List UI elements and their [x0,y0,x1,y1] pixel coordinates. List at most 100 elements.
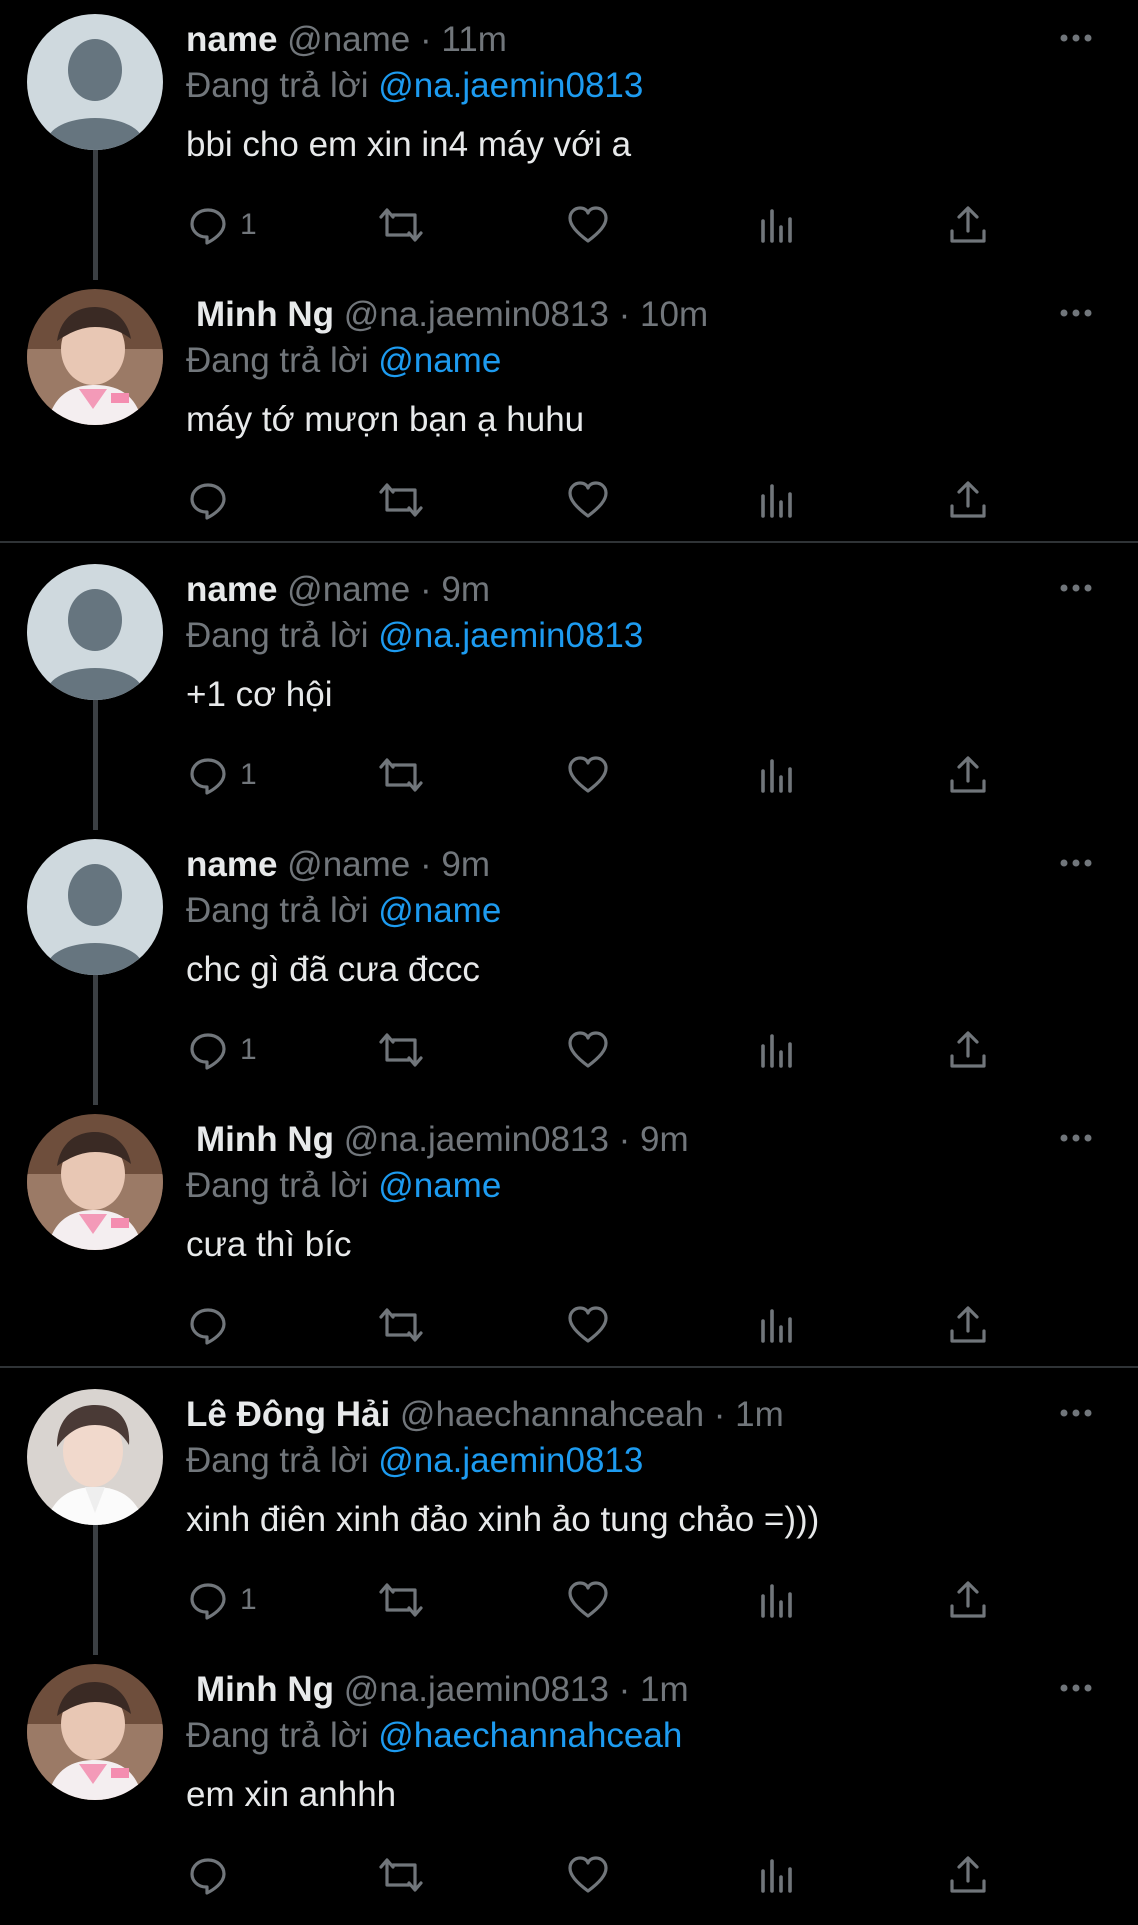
retweet-button[interactable] [376,750,426,800]
retweet-icon [379,1308,423,1342]
share-button[interactable] [946,475,990,525]
user-handle[interactable]: @name [287,845,410,884]
views-button[interactable] [756,1850,796,1900]
tweet[interactable]: Minh Ng @na.jaemin0813 · 9m Đang trả lời… [0,1100,1138,1375]
tweet[interactable]: Minh Ng @na.jaemin0813 · 10m Đang trả lờ… [0,275,1138,550]
like-button[interactable] [566,1300,610,1350]
more-options-icon[interactable] [1056,1395,1096,1431]
default-avatar[interactable] [27,14,163,150]
mention-link[interactable]: @name [378,341,501,380]
timestamp[interactable]: 9m [441,570,490,609]
display-name[interactable]: name [186,845,277,884]
retweet-button[interactable] [376,1850,426,1900]
action-bar: 1 [186,200,1006,250]
user-handle[interactable]: @name [287,570,410,609]
reply-button[interactable]: 1 [186,750,257,800]
hai-photo-avatar[interactable] [27,1389,163,1525]
tweet[interactable]: name @name · 9m Đang trả lời @name chc g… [0,825,1138,1105]
more-options-icon[interactable] [1056,295,1096,331]
more-options-icon[interactable] [1056,845,1096,881]
tweet-header: Lê Đông Hải @haechannahceah · 1m [186,1395,1028,1435]
user-handle[interactable]: @na.jaemin0813 [344,295,609,334]
more-options-icon[interactable] [1056,570,1096,606]
views-button[interactable] [756,1575,796,1625]
separator-dot: · [420,20,432,59]
share-button[interactable] [946,1575,990,1625]
user-handle[interactable]: @na.jaemin0813 [344,1120,609,1159]
user-handle[interactable]: @haechannahceah [400,1395,704,1434]
share-button[interactable] [946,1025,990,1075]
minh-photo-avatar[interactable] [27,289,163,425]
analytics-icon [761,1309,792,1343]
share-button[interactable] [946,1300,990,1350]
timestamp[interactable]: 1m [640,1670,689,1709]
display-name[interactable]: Minh Ng [196,295,334,334]
reply-button[interactable] [186,1850,240,1900]
mention-link[interactable]: @name [378,891,501,930]
reply-icon [190,758,226,795]
tweet[interactable]: name @name · 9m Đang trả lời @na.jaemin0… [0,550,1138,830]
timestamp[interactable]: 9m [441,845,490,884]
like-button[interactable] [566,475,610,525]
retweet-button[interactable] [376,475,426,525]
replying-label: Đang trả lời [186,1166,369,1205]
retweet-button[interactable] [376,1575,426,1625]
replying-label: Đang trả lời [186,1441,369,1480]
display-name[interactable]: name [186,570,277,609]
display-name[interactable]: Lê Đông Hải [186,1395,390,1434]
more-options-icon[interactable] [1056,1120,1096,1156]
views-button[interactable] [756,1025,796,1075]
tweet-header: name @name · 9m [186,845,1028,885]
like-button[interactable] [566,1575,610,1625]
more-options-icon[interactable] [1056,1670,1096,1706]
timestamp[interactable]: 10m [640,295,708,334]
reply-count: 1 [240,208,257,241]
like-button[interactable] [566,1850,610,1900]
timestamp[interactable]: 11m [441,20,507,59]
like-button[interactable] [566,1025,610,1075]
minh-photo-avatar[interactable] [27,1664,163,1800]
retweet-button[interactable] [376,1025,426,1075]
mention-link[interactable]: @na.jaemin0813 [378,616,643,655]
reply-button[interactable] [186,475,240,525]
reply-button[interactable]: 1 [186,200,257,250]
mention-link[interactable]: @na.jaemin0813 [378,66,643,105]
share-button[interactable] [946,750,990,800]
retweet-button[interactable] [376,200,426,250]
minh-photo-avatar[interactable] [27,1114,163,1250]
default-avatar[interactable] [27,564,163,700]
tweet[interactable]: Lê Đông Hải @haechannahceah · 1m Đang tr… [0,1375,1138,1655]
thread-divider [0,541,1138,543]
mention-link[interactable]: @na.jaemin0813 [378,1441,643,1480]
like-button[interactable] [566,750,610,800]
analytics-icon [761,209,792,243]
separator-dot: · [713,1395,726,1434]
default-avatar[interactable] [27,839,163,975]
timestamp[interactable]: 9m [640,1120,689,1159]
share-button[interactable] [946,200,990,250]
reply-icon [190,1858,226,1895]
more-options-icon[interactable] [1056,20,1096,56]
user-handle[interactable]: @name [287,20,410,59]
tweet[interactable]: Minh Ng @na.jaemin0813 · 1m Đang trả lời… [0,1650,1138,1925]
reply-button[interactable]: 1 [186,1575,257,1625]
mention-link[interactable]: @name [378,1166,501,1205]
display-name[interactable]: Minh Ng [196,1670,334,1709]
display-name[interactable]: Minh Ng [196,1120,334,1159]
reply-button[interactable]: 1 [186,1025,257,1075]
reply-button[interactable] [186,1300,240,1350]
timestamp[interactable]: 1m [735,1395,784,1434]
views-button[interactable] [756,200,796,250]
mention-link[interactable]: @haechannahceah [378,1716,682,1755]
like-button[interactable] [566,200,610,250]
retweet-icon [379,1858,423,1892]
user-handle[interactable]: @na.jaemin0813 [344,1670,609,1709]
tweet[interactable]: name @name · 11m Đang trả lời @na.jaemin… [0,0,1138,280]
views-button[interactable] [756,1300,796,1350]
share-button[interactable] [946,1850,990,1900]
replying-to: Đang trả lời @name [186,891,501,931]
retweet-button[interactable] [376,1300,426,1350]
views-button[interactable] [756,475,796,525]
display-name[interactable]: name [186,20,277,59]
views-button[interactable] [756,750,796,800]
